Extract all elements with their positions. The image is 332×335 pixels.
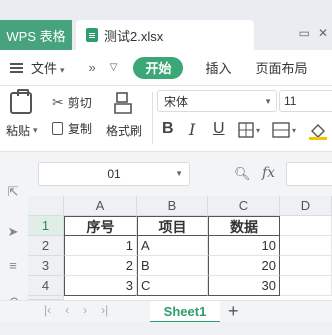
cell-a2[interactable]: 1: [64, 236, 137, 256]
ribbon-toolbar: 粘贴 ▾ ✂ 剪切 复制 格式刷 宋体 ▼ 11 B I U ▾ ▾: [0, 86, 332, 152]
cell-c4[interactable]: 30: [208, 276, 280, 296]
column-header-d[interactable]: D: [280, 196, 332, 216]
paste-button[interactable]: 粘贴 ▾: [6, 122, 38, 139]
hamburger-menu-icon[interactable]: [10, 62, 23, 73]
copy-label: 复制: [68, 122, 93, 136]
format-painter-button[interactable]: 格式刷: [106, 122, 142, 139]
copy-icon: [52, 122, 63, 135]
column-header-c[interactable]: C: [208, 196, 280, 216]
window-controls: ▭ ✕: [299, 26, 328, 40]
row-header-4[interactable]: 4: [28, 276, 64, 296]
menu-collapse-chevron-icon[interactable]: ▽: [110, 62, 118, 73]
status-bar: [0, 322, 332, 335]
chevron-down-icon: ▾: [256, 126, 261, 135]
cell-c2[interactable]: 10: [208, 236, 280, 256]
tab-page-layout[interactable]: 页面布局: [256, 58, 308, 77]
spreadsheet-grid: A B C D 1 2 3 4 序号 项目 数据 1 A 10 2 B 20 3…: [28, 196, 332, 300]
chevron-down-icon: ▾: [33, 125, 38, 135]
formula-input[interactable]: [286, 162, 332, 186]
sheet-tab-bar: |‹ ‹ › ›| Sheet1 +: [0, 300, 332, 323]
restore-window-icon[interactable]: ▭: [299, 26, 310, 40]
column-header-a[interactable]: A: [64, 196, 137, 216]
title-bar: WPS 表格 测试2.xlsx ▭ ✕: [0, 0, 332, 50]
cell-c3[interactable]: 20: [208, 256, 280, 276]
menu-file-label: 文件: [31, 61, 58, 76]
merge-cells-icon[interactable]: [272, 122, 290, 138]
cell-b3[interactable]: B: [137, 256, 208, 276]
font-name-select[interactable]: 宋体 ▼: [157, 90, 277, 112]
cell-d1[interactable]: [280, 216, 332, 236]
cut-button[interactable]: ✂ 剪切: [52, 94, 92, 111]
filter-settings-icon[interactable]: ≡: [5, 258, 21, 274]
cell-b1[interactable]: 项目: [137, 216, 208, 236]
fill-color-icon[interactable]: [308, 122, 328, 140]
cell-d3[interactable]: [280, 256, 332, 276]
spreadsheet-file-icon: [86, 28, 98, 42]
chevron-down-icon: ▾: [60, 65, 65, 75]
menu-bar: 文件 ▾ » ▽ 开始 插入 页面布局: [0, 50, 332, 86]
next-sheet-icon[interactable]: ›: [83, 303, 87, 317]
tab-insert[interactable]: 插入: [205, 58, 231, 77]
first-sheet-icon[interactable]: |‹: [44, 303, 51, 317]
italic-button[interactable]: I: [189, 120, 195, 139]
menu-more-button[interactable]: »: [89, 60, 96, 75]
cell-a1[interactable]: 序号: [64, 216, 137, 236]
sheet-nav-arrows: |‹ ‹ › ›|: [44, 303, 108, 317]
select-cursor-icon[interactable]: ➤: [5, 224, 21, 240]
app-tab-wps[interactable]: WPS 表格: [0, 20, 72, 50]
close-window-icon[interactable]: ✕: [318, 26, 328, 40]
insert-function-button[interactable]: fx: [262, 165, 275, 181]
cell-a4[interactable]: 3: [64, 276, 137, 296]
cell-reference: 01: [107, 167, 121, 181]
copy-button[interactable]: 复制: [52, 120, 92, 137]
format-painter-icon[interactable]: [114, 92, 132, 114]
cut-label: 剪切: [67, 96, 92, 110]
row-header-2[interactable]: 2: [28, 236, 64, 256]
last-sheet-icon[interactable]: ›|: [101, 303, 108, 317]
borders-icon[interactable]: [238, 122, 254, 138]
chevron-down-icon: ▼: [264, 96, 272, 106]
cell-b2[interactable]: A: [137, 236, 208, 256]
document-tab-label: 测试2.xlsx: [104, 28, 164, 44]
font-size-value: 11: [284, 94, 297, 108]
ribbon-divider: [152, 92, 153, 144]
cell-c1[interactable]: 数据: [208, 216, 280, 236]
font-name-value: 宋体: [164, 94, 189, 109]
cell-a3[interactable]: 2: [64, 256, 137, 276]
paste-label: 粘贴: [6, 124, 31, 138]
document-tab[interactable]: 测试2.xlsx: [76, 20, 254, 50]
zoom-search-icon[interactable]: 🔍︎: [234, 166, 251, 182]
prev-sheet-icon[interactable]: ‹: [65, 303, 69, 317]
cell-d4[interactable]: [280, 276, 332, 296]
select-all-corner[interactable]: [28, 196, 64, 216]
underline-button[interactable]: U: [213, 120, 225, 138]
name-box[interactable]: 01 ▼: [38, 162, 190, 186]
bold-button[interactable]: B: [162, 120, 174, 138]
share-icon[interactable]: ⇱: [5, 184, 21, 200]
cell-b4[interactable]: C: [137, 276, 208, 296]
sheet-tab-sheet1[interactable]: Sheet1: [150, 301, 220, 323]
font-size-select[interactable]: 11: [279, 90, 332, 112]
add-sheet-button[interactable]: +: [228, 301, 239, 321]
chevron-down-icon: ▼: [175, 169, 183, 178]
paste-icon[interactable]: [10, 89, 32, 114]
side-panel: ⇱ ➤ ≡ ⟲: [0, 180, 28, 315]
tab-start[interactable]: 开始: [133, 56, 184, 79]
scissors-icon: ✂: [52, 94, 64, 110]
row-header-1[interactable]: 1: [28, 216, 64, 236]
menu-file[interactable]: 文件 ▾: [31, 58, 65, 77]
cell-d2[interactable]: [280, 236, 332, 256]
chevron-down-icon: ▾: [292, 126, 297, 135]
row-header-3[interactable]: 3: [28, 256, 64, 276]
formula-bar: 01 ▼ 🔍︎ fx: [0, 152, 332, 196]
column-header-b[interactable]: B: [137, 196, 208, 216]
